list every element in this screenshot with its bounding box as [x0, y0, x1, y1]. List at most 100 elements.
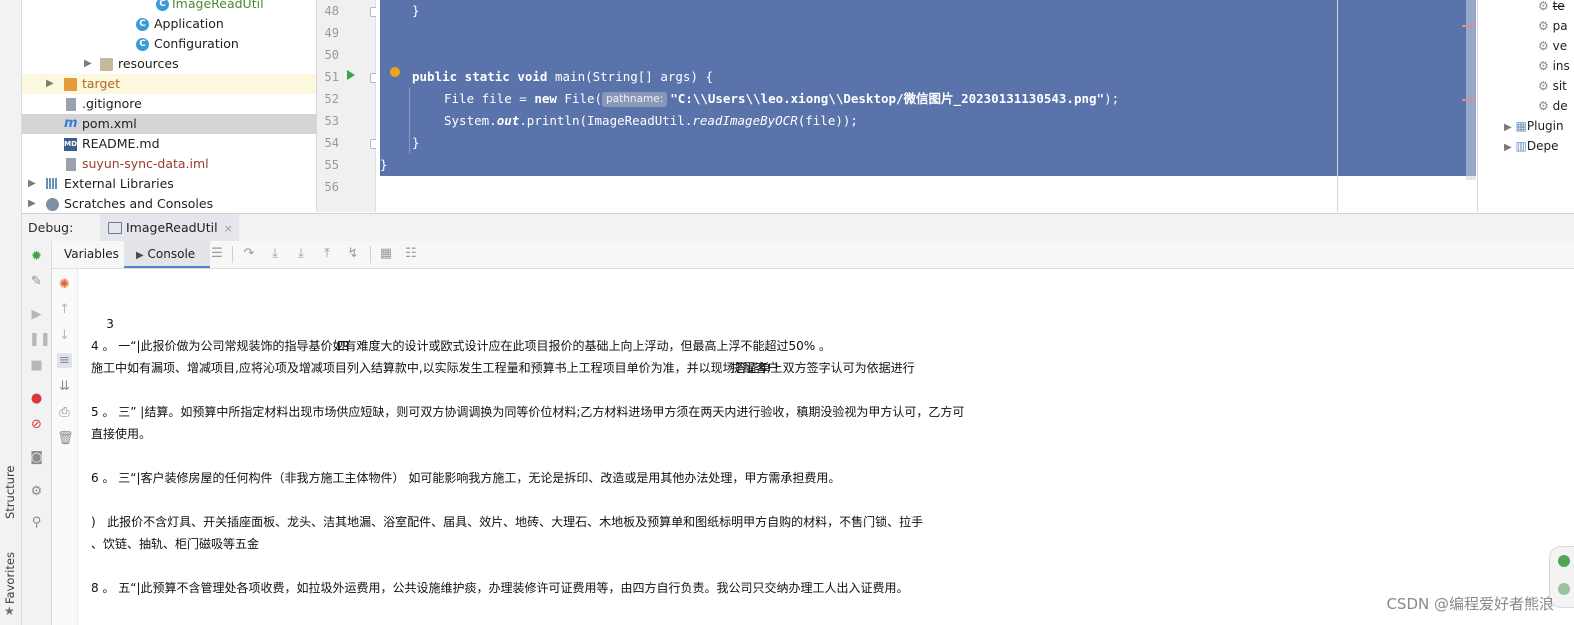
step-over-icon[interactable]: ↷ — [242, 247, 256, 261]
code-line-48: } — [412, 3, 420, 18]
gear-icon: ⚙ — [1538, 19, 1549, 33]
chevron-right-icon[interactable]: ▶ — [28, 194, 40, 212]
menu-icon[interactable]: ☰ — [210, 247, 224, 261]
down-arrow-icon[interactable]: ↓ — [57, 328, 72, 343]
scroll-to-end-icon[interactable]: ⇊ — [57, 379, 72, 394]
maven-lifecycle-item[interactable]: ⚙ te — [1538, 0, 1565, 16]
console-window-icon — [108, 222, 122, 234]
status-dot-icon — [1558, 583, 1570, 595]
code-line-52: File file = new File(pathname: "C:\\Users… — [444, 88, 1119, 110]
structure-tool-tab[interactable]: Structure — [3, 466, 17, 520]
line-number: 52 — [324, 92, 339, 106]
line-number: 50 — [324, 48, 339, 62]
line-number: 48 — [324, 4, 339, 18]
tree-item-readme[interactable]: MD README.md — [22, 134, 316, 154]
line-number: 54 — [324, 136, 339, 150]
rerun-debug-icon[interactable]: ✹ — [29, 249, 44, 264]
indent-guide — [409, 88, 410, 154]
right-margin-guide — [1337, 0, 1338, 212]
debug-session-label: ImageReadUtil — [126, 220, 218, 235]
breakpoint-icon[interactable] — [390, 67, 400, 77]
mute-breakpoints-icon[interactable]: ⊘ — [29, 417, 44, 432]
error-marker[interactable] — [1462, 25, 1476, 27]
toolbar-separator — [232, 246, 233, 263]
tab-console[interactable]: ▶ Console — [124, 241, 210, 268]
settings-gear-icon[interactable]: ⚙ — [29, 484, 44, 499]
tree-item-gitignore[interactable]: .gitignore — [22, 94, 316, 114]
code-token: File( — [564, 91, 603, 106]
class-icon: C — [136, 18, 149, 31]
class-icon: C — [136, 38, 149, 51]
print-icon[interactable]: ⎙ — [57, 405, 72, 420]
tree-item-external-libraries[interactable]: ▶ External Libraries — [22, 174, 316, 194]
favorites-tool-tab[interactable]: Favorites — [3, 552, 17, 604]
soft-wrap-icon[interactable]: ≡ — [57, 353, 72, 368]
force-step-into-icon[interactable]: ⤓ — [294, 247, 308, 261]
chevron-right-icon[interactable]: ▶ — [1504, 122, 1512, 133]
stop-icon[interactable]: ■ — [29, 358, 44, 373]
debug-title: Debug: — [28, 220, 74, 235]
code-token: System. — [444, 113, 497, 128]
static-field: out — [496, 113, 520, 128]
maven-lifecycle-item[interactable]: ⚙ pa — [1538, 16, 1568, 36]
debug-subtoolbar: Variables ▶ Console ☰ ↷ ⤓ ⤓ ⤒ ↯ ▦ ☷ — [52, 241, 1574, 269]
console-line: ) 此报价不含灯具、开关插座面板、龙头、洁其地漏、浴室配件、届具、效片、地砖、大… — [91, 515, 924, 529]
console-line: 、饮链、抽轨、柜门磁吸等五金 — [91, 537, 260, 551]
console-line: 8 。 五“|此预算不含管理处各项收费，如拉圾外运费用，公共设施维护痰，办理装修… — [91, 581, 909, 595]
tree-item-target[interactable]: ▶ target — [22, 74, 316, 94]
wrench-icon[interactable]: ✎ — [29, 274, 44, 289]
tree-item-configuration[interactable]: C Configuration — [22, 34, 316, 54]
error-marker[interactable] — [1462, 99, 1476, 101]
close-icon[interactable]: × — [224, 222, 233, 235]
camera-icon[interactable]: ◙ — [29, 450, 44, 465]
tree-item-pom-xml[interactable]: m pom.xml — [22, 114, 316, 134]
resume-icon[interactable]: ▶ — [29, 307, 44, 322]
code-line-51: public static void main(String[] args) { — [412, 66, 713, 88]
chevron-right-icon[interactable]: ▶ — [1504, 142, 1512, 153]
tree-item-resources[interactable]: ▶ resources — [22, 54, 316, 74]
chevron-right-icon[interactable]: ▶ — [28, 174, 40, 194]
code-token: ); — [1104, 91, 1120, 106]
console-output[interactable]: 3 四 提醒客户 4 。 一“|此报价做为公司常规装饰的指导基价如有难度大的设计… — [78, 269, 1548, 625]
library-icon — [46, 178, 59, 191]
maven-dependencies-group[interactable]: ▶ ▥Depe — [1504, 136, 1559, 156]
line-number: 51 — [324, 70, 339, 84]
maven-lifecycle-item[interactable]: ⚙ de — [1538, 96, 1568, 116]
tree-item-scratches[interactable]: ▶ Scratches and Consoles — [22, 194, 316, 212]
watermark: CSDN @编程爱好者熊浪 — [1386, 595, 1554, 613]
code-token: File file = — [444, 91, 535, 106]
tab-variables[interactable]: Variables — [64, 241, 124, 268]
console-line: 直接使用。 — [91, 427, 152, 441]
tree-item-application[interactable]: C Application — [22, 14, 316, 34]
gear-icon: ⚙ — [1538, 0, 1549, 13]
chevron-right-icon[interactable]: ▶ — [84, 54, 96, 74]
pin-icon[interactable]: ⚲ — [29, 515, 44, 530]
trace-icon[interactable]: ☷ — [404, 247, 418, 261]
maven-lifecycle-item[interactable]: ⚙ sit — [1538, 76, 1567, 96]
up-arrow-icon[interactable]: ↑ — [57, 302, 72, 317]
editor-gutter[interactable]: 48 49 50 51 52 53 54 55 56 — [317, 0, 378, 212]
debug-status-icon[interactable]: ✺ — [57, 277, 72, 292]
run-icon[interactable] — [347, 70, 355, 80]
gear-icon: ⚙ — [1538, 39, 1549, 53]
maven-lifecycle-item[interactable]: ⚙ ve — [1538, 36, 1567, 56]
chevron-right-icon[interactable]: ▶ — [46, 74, 58, 94]
tree-item-iml[interactable]: suyun-sync-data.iml — [22, 154, 316, 174]
evaluate-expression-icon[interactable]: ▦ — [379, 247, 393, 261]
trash-icon[interactable]: 🗑 — [57, 431, 74, 446]
step-into-icon[interactable]: ⤓ — [268, 247, 282, 261]
tree-item-imagereadutil[interactable]: C ImageReadUtil — [22, 0, 316, 14]
run-to-cursor-icon[interactable]: ↯ — [346, 247, 360, 261]
maven-lifecycle-item[interactable]: ⚙ ins — [1538, 56, 1570, 76]
scratch-icon — [46, 198, 59, 211]
pause-icon[interactable]: ❚❚ — [29, 332, 51, 347]
editor-scrollbar[interactable] — [1466, 0, 1476, 180]
step-out-icon[interactable]: ⤒ — [320, 247, 334, 261]
plugins-folder-icon: ▦ — [1515, 119, 1527, 133]
maven-plugins-group[interactable]: ▶ ▦Plugin — [1504, 116, 1564, 136]
debug-session-tab[interactable]: ImageReadUtil × — [100, 214, 239, 243]
debug-tool-header: Debug: ImageReadUtil × — [22, 213, 1574, 243]
line-number: 56 — [324, 180, 339, 194]
view-breakpoints-icon[interactable]: ● — [29, 391, 44, 406]
status-dot-icon — [1558, 555, 1570, 567]
